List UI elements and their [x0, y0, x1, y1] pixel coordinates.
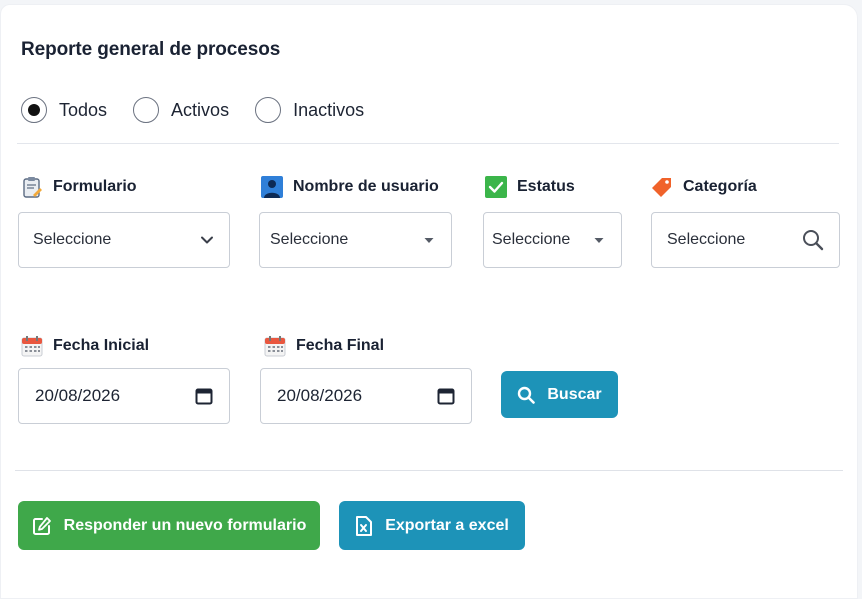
usuario-label: Nombre de usuario — [261, 176, 439, 198]
estatus-select[interactable]: Seleccione — [483, 212, 622, 268]
divider — [15, 470, 843, 471]
usuario-select-value: Seleccione — [270, 231, 349, 248]
caret-down-icon — [424, 238, 434, 243]
calendar-picker-icon[interactable] — [195, 387, 213, 405]
divider — [17, 143, 839, 144]
report-card: Reporte general de procesos Todos Activo… — [0, 4, 858, 599]
radio-circle[interactable] — [21, 97, 47, 123]
user-icon — [261, 176, 283, 198]
estatus-label-text: Estatus — [517, 178, 575, 195]
radio-activos[interactable]: Activos — [133, 97, 229, 123]
fecha-inicial-value: 20/08/2026 — [35, 386, 121, 405]
responder-formulario-button[interactable]: Responder un nuevo formulario — [18, 501, 320, 550]
estatus-select-value: Seleccione — [492, 231, 571, 248]
calendar-picker-icon[interactable] — [437, 387, 455, 405]
fecha-final-value: 20/08/2026 — [277, 386, 363, 405]
excel-file-icon — [356, 515, 373, 536]
fecha-final-input[interactable]: 20/08/2026 — [260, 368, 472, 424]
formulario-label-text: Formulario — [53, 178, 137, 195]
exportar-excel-button[interactable]: Exportar a excel — [339, 501, 525, 550]
buscar-button[interactable]: Buscar — [501, 371, 618, 418]
caret-down-icon — [594, 238, 604, 243]
search-icon — [518, 386, 536, 404]
estatus-label: Estatus — [485, 176, 575, 198]
chevron-down-icon — [201, 236, 213, 244]
categoria-select-value: Seleccione — [667, 231, 746, 248]
fecha-inicial-label-text: Fecha Inicial — [53, 337, 150, 354]
formulario-select-value: Seleccione — [33, 231, 112, 248]
categoria-label-text: Categoría — [683, 178, 757, 195]
radio-circle[interactable] — [133, 97, 160, 123]
fecha-inicial-input[interactable]: 20/08/2026 — [18, 368, 230, 424]
radio-label: Todos — [59, 99, 108, 120]
categoria-search-select[interactable]: Seleccione — [651, 212, 840, 268]
formulario-label: Formulario — [21, 176, 137, 198]
fecha-inicial-label: Fecha Inicial — [21, 335, 149, 357]
categoria-label: Categoría — [651, 176, 757, 198]
fecha-final-label: Fecha Final — [264, 335, 384, 357]
radio-circle[interactable] — [255, 97, 282, 123]
responder-button-label: Responder un nuevo formulario — [63, 516, 307, 534]
status-radio-group: Todos Activos Inactivos — [21, 97, 390, 123]
tag-icon — [652, 178, 671, 197]
edit-icon — [32, 516, 51, 535]
page-title: Reporte general de procesos — [21, 39, 281, 60]
formulario-select[interactable]: Seleccione — [18, 212, 230, 268]
fecha-final-label-text: Fecha Final — [296, 337, 385, 354]
checkbox-icon — [485, 176, 507, 198]
exportar-button-label: Exportar a excel — [385, 516, 509, 534]
usuario-select[interactable]: Seleccione — [259, 212, 452, 268]
usuario-label-text: Nombre de usuario — [293, 178, 439, 195]
calendar-icon — [264, 336, 286, 357]
search-icon[interactable] — [801, 228, 825, 252]
radio-todos[interactable]: Todos — [21, 97, 107, 123]
radio-inactivos[interactable]: Inactivos — [255, 97, 364, 123]
buscar-button-label: Buscar — [547, 385, 602, 403]
radio-label: Activos — [171, 99, 230, 120]
radio-label: Inactivos — [293, 99, 365, 120]
clipboard-form-icon — [23, 177, 42, 198]
calendar-icon — [21, 336, 43, 357]
